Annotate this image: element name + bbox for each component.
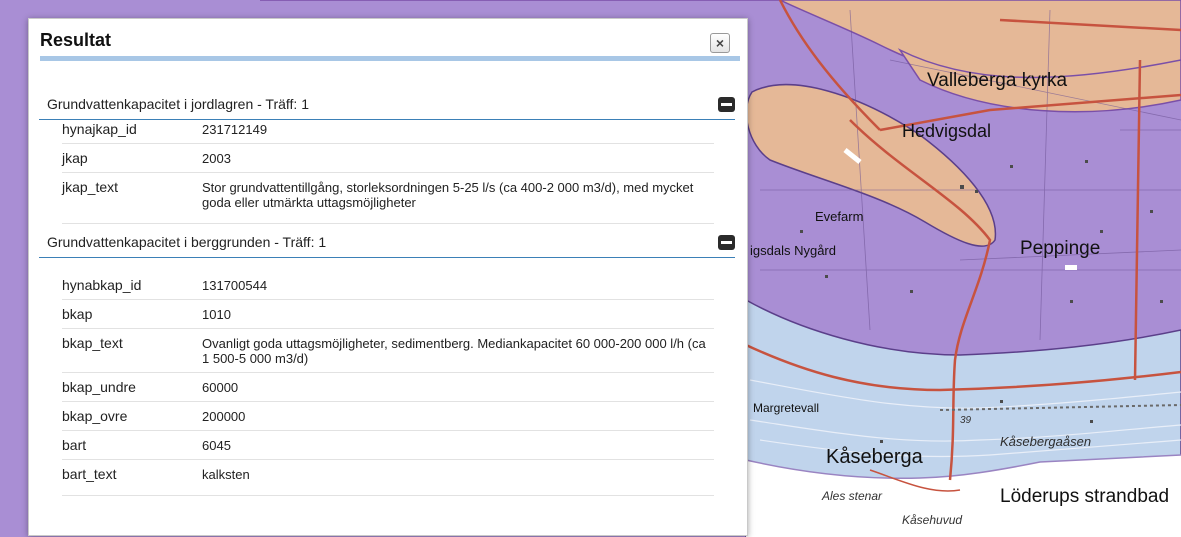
map-label-evefarm: Evefarm xyxy=(815,209,864,224)
map-label-valleberga-kyrka: Valleberga kyrka xyxy=(927,70,1068,91)
attribute-key: bart_text xyxy=(62,459,202,496)
title-underline xyxy=(40,56,740,61)
map-label-hedvigsdal: Hedvigsdal xyxy=(902,121,992,141)
section-header-berggrunden[interactable]: Grundvattenkapacitet i berggrunden - Trä… xyxy=(39,227,735,258)
attribute-value: Stor grundvattentillgång, storleksordnin… xyxy=(202,172,714,224)
result-panel: Resultat × Grundvattenkapacitet i jordla… xyxy=(28,18,748,536)
map-label-loderups-strandbad: Löderups strandbad xyxy=(1000,486,1170,507)
section-title: Grundvattenkapacitet i jordlagren - Träf… xyxy=(47,96,309,112)
collapse-icon[interactable] xyxy=(718,235,735,250)
table-row: bkap_undre 60000 xyxy=(62,372,714,402)
attribute-value: 60000 xyxy=(202,372,714,402)
map-label-kasebergaasen: Kåsebergaåsen xyxy=(1000,434,1092,449)
attribute-value: 200000 xyxy=(202,401,714,431)
map-label-peppinge: Peppinge xyxy=(1020,238,1101,259)
attribute-value: 231712149 xyxy=(202,115,714,144)
attribute-value: 1010 xyxy=(202,299,714,329)
panel-title: Resultat xyxy=(40,30,112,50)
close-button[interactable]: × xyxy=(710,33,730,53)
table-row: bart_text kalksten xyxy=(62,459,714,496)
section-title: Grundvattenkapacitet i berggrunden - Trä… xyxy=(47,234,327,250)
table-row: hynajkap_id 231712149 xyxy=(62,115,714,144)
attribute-key: bart xyxy=(62,430,202,460)
map-label-kaseberga: Kåseberga xyxy=(826,446,923,468)
attribute-key: bkap xyxy=(62,299,202,329)
map-label-margretevall: Margretevall xyxy=(753,401,820,415)
attribute-key: jkap_text xyxy=(62,172,202,224)
attribute-value: 2003 xyxy=(202,143,714,173)
attribute-key: bkap_undre xyxy=(62,372,202,402)
attribute-table-berggrunden: hynabkap_id 131700544 bkap 1010 bkap_tex… xyxy=(62,271,714,496)
table-row: jkap 2003 xyxy=(62,143,714,173)
map-label-ales-stenar: Ales stenar xyxy=(822,489,883,503)
attribute-table-jordlagren: hynajkap_id 231712149 jkap 2003 jkap_tex… xyxy=(62,115,714,224)
attribute-key: jkap xyxy=(62,143,202,173)
attribute-key: hynabkap_id xyxy=(62,271,202,300)
attribute-value: 131700544 xyxy=(202,271,714,300)
table-row: bart 6045 xyxy=(62,430,714,460)
map-label-hedvigsdals-nygard: igsdals Nygård xyxy=(750,243,836,258)
table-row: bkap_text Ovanligt goda uttagsmöjlighete… xyxy=(62,328,714,373)
map-label-elevation: 39 xyxy=(960,415,972,426)
attribute-key: hynajkap_id xyxy=(62,115,202,144)
attribute-value: 6045 xyxy=(202,430,714,460)
table-row: bkap 1010 xyxy=(62,299,714,329)
attribute-value: Ovanligt goda uttagsmöjligheter, sedimen… xyxy=(202,328,714,373)
table-row: hynabkap_id 131700544 xyxy=(62,271,714,300)
map-label-kasehuvud: Kåsehuvud xyxy=(902,513,963,527)
attribute-key: bkap_text xyxy=(62,328,202,373)
attribute-key: bkap_ovre xyxy=(62,401,202,431)
attribute-value: kalksten xyxy=(202,459,714,496)
collapse-icon[interactable] xyxy=(718,97,735,112)
table-row: bkap_ovre 200000 xyxy=(62,401,714,431)
close-icon: × xyxy=(715,35,725,51)
table-row: jkap_text Stor grundvattentillgång, stor… xyxy=(62,172,714,224)
